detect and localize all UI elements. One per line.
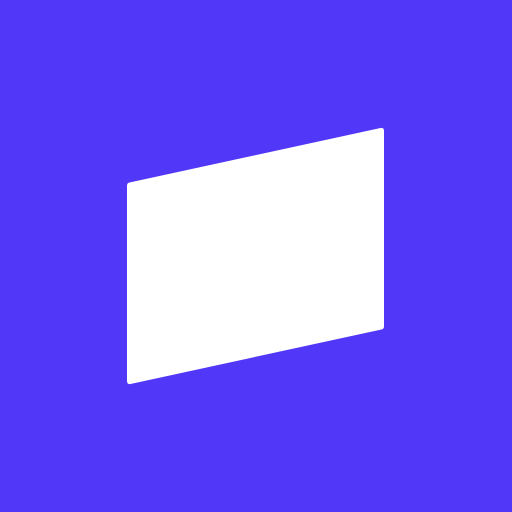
logo-shape: [127, 127, 384, 385]
parallelogram-logo-icon: [127, 127, 384, 385]
app-icon-tile: [0, 0, 512, 512]
